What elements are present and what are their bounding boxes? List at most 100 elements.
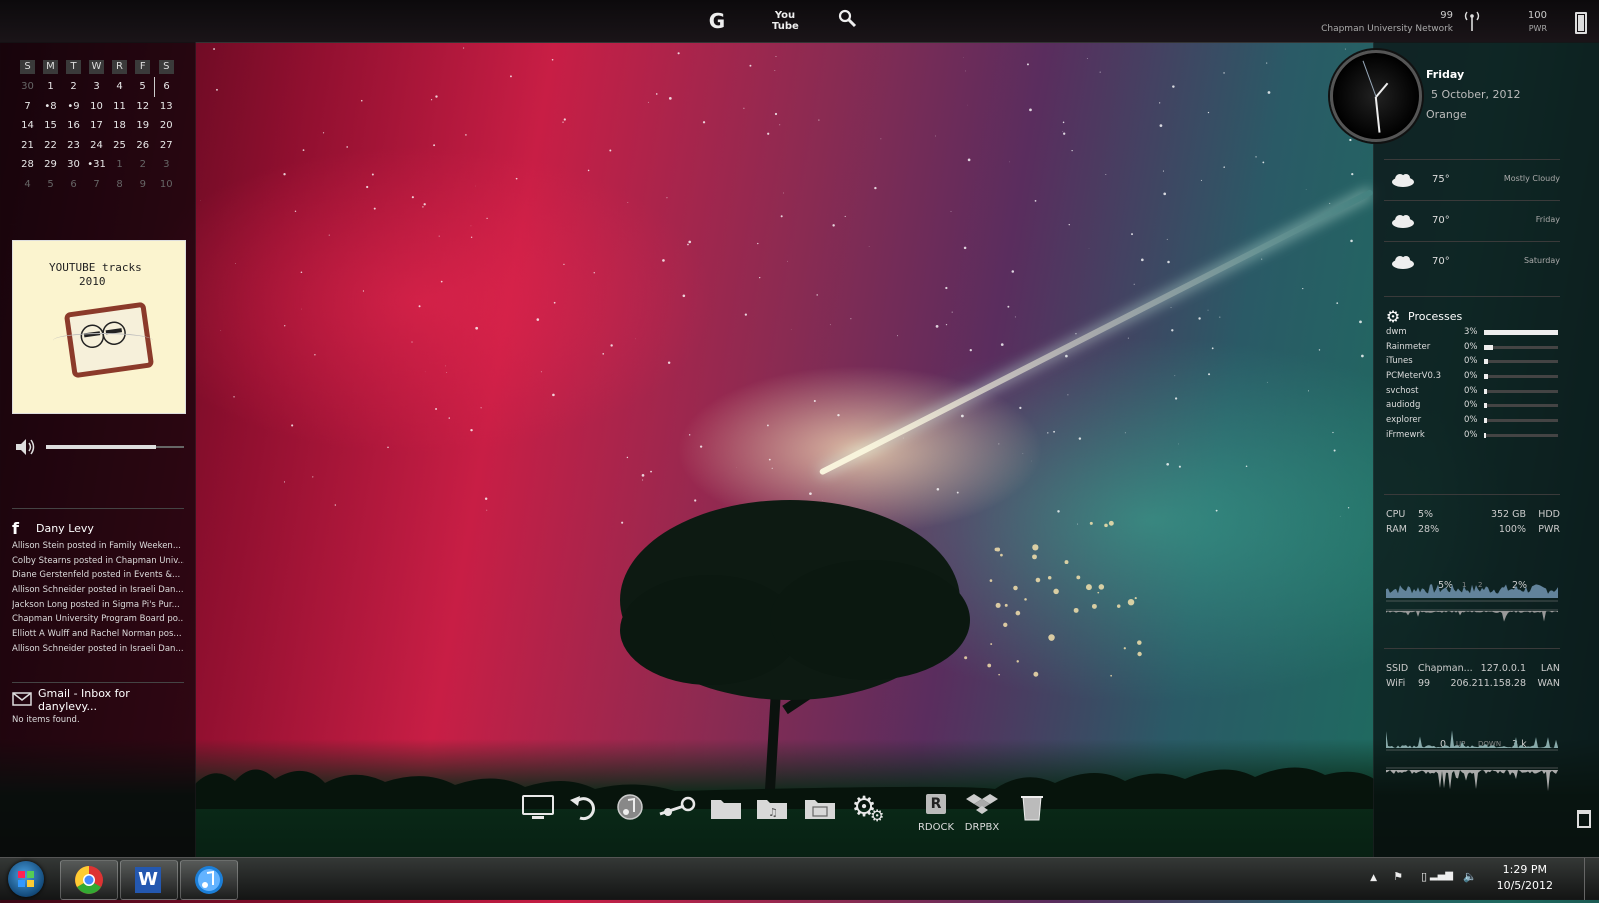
process-percent: 0% — [1464, 386, 1478, 396]
calendar-day[interactable]: 1 — [108, 155, 131, 175]
facebook-post[interactable]: Colby Stearns posted in Chapman Univ... — [12, 554, 184, 569]
action-center-flag-icon[interactable]: ⚑ — [1393, 870, 1403, 883]
album-year: 2010 — [79, 275, 106, 288]
calendar-day[interactable]: 9 — [131, 175, 155, 195]
calendar-day[interactable]: 14 — [16, 116, 39, 136]
pictures-folder-icon[interactable] — [802, 792, 838, 828]
calendar-day[interactable]: 30 — [16, 77, 39, 97]
music-folder-icon[interactable]: ♫ — [754, 792, 790, 828]
folder-icon[interactable] — [708, 792, 744, 828]
process-percent: 0% — [1464, 415, 1478, 425]
calendar-day[interactable]: 16 — [62, 116, 85, 136]
calendar-day[interactable]: 10 — [85, 97, 108, 117]
calendar-day[interactable]: 13 — [155, 97, 179, 117]
calendar-day[interactable]: 8 — [108, 175, 131, 195]
calendar-day[interactable]: 27 — [155, 136, 179, 156]
show-desktop-button[interactable] — [1584, 858, 1599, 900]
calendar-day[interactable]: 22 — [39, 136, 62, 156]
calendar-day[interactable]: 4 — [108, 77, 131, 97]
facebook-icon[interactable]: f — [12, 519, 24, 538]
search-icon[interactable] — [834, 8, 860, 34]
speaker-icon[interactable] — [14, 438, 38, 460]
calendar-day[interactable]: 5 — [39, 175, 62, 195]
wifi-strength: 99 — [1440, 10, 1453, 21]
calendar-day[interactable]: •9 — [62, 97, 85, 117]
calendar-day[interactable]: 18 — [108, 116, 131, 136]
google-icon[interactable]: G — [704, 8, 730, 34]
process-name: PCMeterV0.3 — [1386, 371, 1441, 381]
facebook-post[interactable]: Allison Stein posted in Family Weeken... — [12, 539, 184, 554]
calendar-day[interactable]: 2 — [131, 155, 155, 175]
network-tray-icon[interactable]: ▂▄▆ — [1430, 870, 1453, 881]
start-button[interactable] — [8, 861, 44, 897]
rdock-icon[interactable]: R RDOCK — [918, 792, 954, 828]
calendar-day[interactable]: 24 — [85, 136, 108, 156]
calendar-day[interactable]: 10 — [155, 175, 179, 195]
calendar-day[interactable]: 6 — [62, 175, 85, 195]
volume-fill[interactable] — [46, 445, 156, 449]
volume-control[interactable] — [14, 440, 186, 454]
calendar-day[interactable]: 21 — [16, 136, 39, 156]
calendar-day[interactable]: 4 — [16, 175, 39, 195]
ram-label: RAM — [1386, 524, 1407, 535]
mail-icon[interactable] — [12, 692, 32, 709]
calendar-day[interactable]: 29 — [39, 155, 62, 175]
calendar-day[interactable]: 15 — [39, 116, 62, 136]
facebook-post[interactable]: Chapman University Program Board po... — [12, 612, 184, 627]
calendar-day[interactable]: •31 — [85, 155, 108, 175]
calendar-day[interactable]: •8 — [39, 97, 62, 117]
calendar-day[interactable]: 2 — [62, 77, 85, 97]
facebook-post[interactable]: Jackson Long posted in Sigma Pi's Pur... — [12, 598, 184, 613]
calendar-day[interactable]: 17 — [85, 116, 108, 136]
recycle-bin-icon[interactable] — [1014, 792, 1050, 828]
settings-icon[interactable]: ⚙⚙ — [846, 792, 882, 828]
calendar-day[interactable]: 19 — [131, 116, 155, 136]
facebook-post[interactable]: Elliott A Wulff and Rachel Norman pos... — [12, 627, 184, 642]
calendar-day[interactable]: 28 — [16, 155, 39, 175]
svg-text:♫: ♫ — [768, 806, 778, 819]
facebook-post[interactable]: Allison Schneider posted in Israeli Dan.… — [12, 642, 184, 657]
process-row: audiodg0% — [1384, 398, 1560, 413]
calendar-day[interactable]: 3 — [85, 77, 108, 97]
chrome-taskbar-button[interactable] — [60, 860, 118, 900]
steam-icon[interactable] — [658, 792, 694, 828]
calendar-day[interactable]: 6 — [155, 77, 179, 97]
process-percent: 0% — [1464, 342, 1478, 352]
taskbar-clock[interactable]: 1:29 PM 10/5/2012 — [1497, 862, 1553, 894]
itunes-dock-icon[interactable] — [612, 792, 648, 828]
volume-tray-icon[interactable]: 🔈 — [1463, 870, 1477, 883]
gmail-title[interactable]: Gmail - Inbox for danylevy... — [38, 687, 184, 713]
calendar-day[interactable]: 3 — [155, 155, 179, 175]
tray-expand-icon[interactable]: ▲ — [1370, 873, 1377, 883]
dropbox-icon[interactable]: DRPBX — [964, 792, 1000, 828]
trash-mini-icon[interactable] — [1577, 810, 1591, 828]
calendar-day[interactable]: 12 — [131, 97, 155, 117]
calendar-day[interactable]: 1 — [39, 77, 62, 97]
calendar-day[interactable]: 5 — [131, 77, 155, 97]
calendar-day[interactable]: 25 — [108, 136, 131, 156]
calendar-day[interactable]: 23 — [62, 136, 85, 156]
process-percent: 0% — [1464, 371, 1478, 381]
itunes-taskbar-button[interactable] — [180, 860, 238, 900]
calendar-day[interactable]: 11 — [108, 97, 131, 117]
power-tray-icon[interactable]: ▯ — [1421, 870, 1427, 883]
process-name: iFrmewrk — [1386, 430, 1425, 440]
calendar-day[interactable]: 20 — [155, 116, 179, 136]
album-art[interactable]: YOUTUBE tracks 2010 — [12, 240, 186, 414]
facebook-post[interactable]: Diane Gerstenfeld posted in Events &... — [12, 568, 184, 583]
calendar-day[interactable]: 7 — [16, 97, 39, 117]
facebook-user[interactable]: Dany Levy — [36, 522, 94, 535]
dropbox-label: DRPBX — [960, 822, 1004, 833]
second-hand — [1363, 61, 1377, 97]
taskbar-date: 10/5/2012 — [1497, 878, 1553, 894]
facebook-post[interactable]: Allison Schneider posted in Israeli Dan.… — [12, 583, 184, 598]
calendar-day[interactable]: 7 — [85, 175, 108, 195]
calendar-day[interactable]: 26 — [131, 136, 155, 156]
computer-icon[interactable] — [520, 792, 556, 828]
ssid-label: SSID — [1386, 663, 1408, 674]
restore-icon[interactable] — [566, 792, 602, 828]
calendar-day[interactable]: 30 — [62, 155, 85, 175]
word-taskbar-button[interactable]: W — [120, 860, 178, 900]
hour-hand — [1375, 83, 1388, 98]
youtube-icon[interactable]: You Tube — [772, 10, 798, 36]
